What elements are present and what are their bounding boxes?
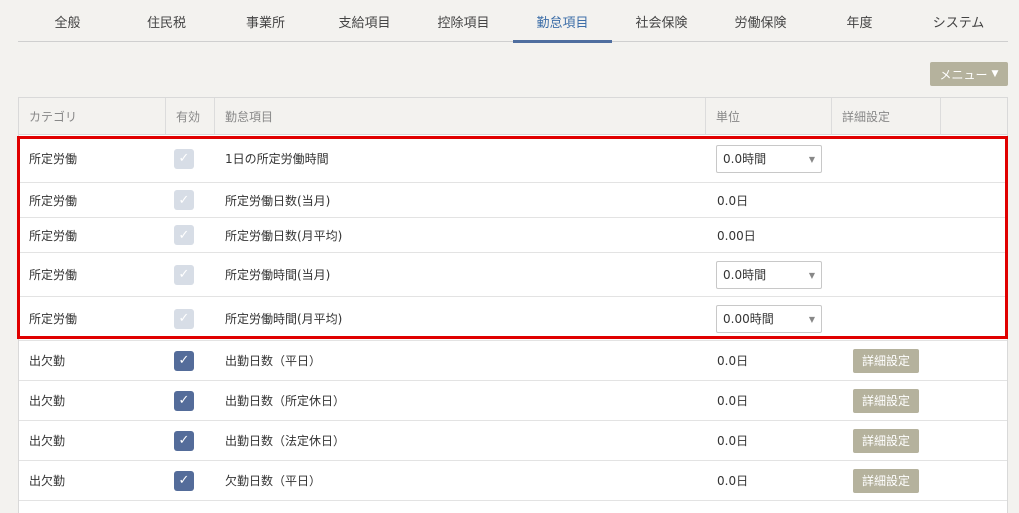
tab-8[interactable]: 年度 — [810, 0, 909, 42]
row-item-name: 所定労働時間(当月) — [225, 268, 331, 282]
tab-7[interactable]: 労働保険 — [711, 0, 810, 42]
row-detail-cell: 詳細設定 — [853, 381, 919, 420]
tab-1[interactable]: 住民税 — [117, 0, 216, 42]
row-unit-cell: 0.00時間 ▼ — [716, 297, 822, 340]
table-row: 所定労働 ✓ 所定労働時間(月平均) 0.00時間 ▼ — [19, 297, 1007, 341]
header-detail: 詳細設定 — [832, 98, 941, 134]
table-row: 所定労働 ✓ 所定労働時間(当月) 0.0時間 ▼ — [19, 253, 1007, 297]
unit-select-value: 0.0時間 — [723, 268, 767, 282]
table-row: 所定労働 ✓ 所定労働日数(当月) 0.0日 — [19, 183, 1007, 218]
enabled-checkbox: ✓ — [174, 308, 194, 329]
row-unit-cell: 0.0日 — [716, 461, 748, 500]
unit-value: 0.00日 — [717, 228, 756, 243]
unit-value: 0.0日 — [717, 394, 749, 408]
enabled-checkbox[interactable]: ✓ — [174, 470, 194, 491]
table-row: 出欠勤 ✓ 欠勤日数（平日） 0.0日 詳細設定 — [19, 461, 1007, 501]
unit-select[interactable]: 0.00時間 ▼ — [716, 304, 822, 333]
row-enabled-cell: ✓ — [174, 135, 194, 182]
row-category: 出欠勤 — [29, 474, 66, 488]
tab-5[interactable]: 勤怠項目 — [513, 0, 612, 43]
row-unit-cell: 0.0時間 ▼ — [716, 135, 822, 182]
row-category: 所定労働 — [29, 268, 78, 282]
attendance-items-table: カテゴリ 有効 勤怠項目 単位 詳細設定 所定労働 ✓ 1日の所定労働時間 0.0時間… — [18, 97, 1008, 513]
row-category: 所定労働 — [29, 228, 78, 243]
tab-0[interactable]: 全般 — [18, 0, 117, 42]
row-enabled-cell: ✓ — [174, 297, 194, 340]
row-item-name: 所定労働日数(当月) — [225, 193, 331, 208]
row-unit-cell: 0.0日 — [716, 183, 748, 217]
table-row: 出欠勤 ✓ 出勤日数（平日） 0.0日 詳細設定 — [19, 341, 1007, 381]
tab-2[interactable]: 事業所 — [216, 0, 315, 42]
row-item-name: 1日の所定労働時間 — [225, 152, 329, 166]
row-unit-cell: 0.0時間 ▼ — [716, 253, 822, 296]
unit-value: 0.0日 — [717, 193, 749, 208]
table-row: 所定労働 ✓ 1日の所定労働時間 0.0時間 ▼ — [19, 135, 1007, 183]
dropdown-arrow-icon: ▼ — [808, 270, 815, 280]
unit-select[interactable]: 0.0時間 ▼ — [716, 260, 822, 289]
tab-4[interactable]: 控除項目 — [414, 0, 513, 42]
unit-select[interactable]: 0.0時間 ▼ — [716, 144, 822, 173]
row-item-name: 所定労働日数(月平均) — [225, 228, 343, 243]
row-item-name: 欠勤日数（平日） — [225, 474, 322, 488]
row-category: 出欠勤 — [29, 394, 66, 408]
dropdown-arrow-icon: ▼ — [808, 314, 815, 324]
detail-settings-button[interactable]: 詳細設定 — [853, 428, 919, 453]
row-unit-cell: 0.0日 — [716, 381, 748, 420]
enabled-checkbox[interactable]: ✓ — [174, 430, 194, 451]
row-enabled-cell: ✓ — [174, 218, 194, 252]
enabled-checkbox[interactable]: ✓ — [174, 390, 194, 411]
row-enabled-cell: ✓ — [174, 461, 194, 500]
tab-9[interactable]: システム — [909, 0, 1008, 42]
dropdown-arrow-icon: ▼ — [808, 154, 815, 164]
enabled-checkbox: ✓ — [174, 225, 194, 245]
unit-value: 0.0日 — [717, 474, 749, 488]
unit-value: 0.0日 — [717, 354, 749, 368]
row-enabled-cell: ✓ — [174, 183, 194, 217]
unit-select-value: 0.0時間 — [723, 152, 767, 166]
row-item-name: 出勤日数（法定休日） — [225, 434, 346, 448]
row-detail-cell: 詳細設定 — [853, 341, 919, 380]
detail-settings-button[interactable]: 詳細設定 — [853, 468, 919, 493]
row-detail-cell: 詳細設定 — [853, 461, 919, 500]
enabled-checkbox: ✓ — [174, 190, 194, 210]
enabled-checkbox: ✓ — [174, 148, 194, 169]
row-category: 所定労働 — [29, 312, 78, 326]
header-empty — [941, 98, 1007, 134]
tab-3[interactable]: 支給項目 — [315, 0, 414, 42]
row-category: 所定労働 — [29, 152, 78, 166]
unit-select-value: 0.00時間 — [723, 312, 774, 326]
menu-button-label: メニュー — [939, 67, 988, 82]
detail-settings-button[interactable]: 詳細設定 — [853, 388, 919, 413]
header-unit: 単位 — [706, 98, 832, 134]
detail-settings-button[interactable]: 詳細設定 — [853, 348, 919, 373]
row-enabled-cell: ✓ — [174, 381, 194, 420]
menu-button[interactable]: メニュー ▼ — [930, 62, 1008, 86]
row-category: 所定労働 — [29, 193, 78, 208]
table-header: カテゴリ 有効 勤怠項目 単位 詳細設定 — [19, 98, 1007, 135]
row-item-name: 所定労働時間(月平均) — [225, 312, 343, 326]
header-enabled: 有効 — [166, 98, 215, 134]
row-unit-cell: 0.0日 — [716, 341, 748, 380]
header-item: 勤怠項目 — [215, 98, 706, 134]
caret-down-icon: ▼ — [991, 69, 999, 79]
row-unit-cell: 0.0日 — [716, 421, 748, 460]
settings-tab-bar: 全般 住民税 事業所 支給項目 控除項目 勤怠項目 社会保険 労働保険 年度 システム — [18, 0, 1008, 43]
row-enabled-cell: ✓ — [174, 253, 194, 296]
row-category: 出欠勤 — [29, 354, 66, 368]
row-item-name: 出勤日数（所定休日） — [225, 394, 346, 408]
table-row: 出欠勤 ✓ 出勤日数（所定休日） 0.0日 詳細設定 — [19, 381, 1007, 421]
row-enabled-cell: ✓ — [174, 341, 194, 380]
row-detail-cell: 詳細設定 — [853, 421, 919, 460]
header-category: カテゴリ — [19, 98, 166, 134]
row-enabled-cell: ✓ — [174, 421, 194, 460]
row-category: 出欠勤 — [29, 434, 66, 448]
table-row: 所定労働 ✓ 所定労働日数(月平均) 0.00日 — [19, 218, 1007, 253]
enabled-checkbox: ✓ — [174, 264, 194, 285]
enabled-checkbox[interactable]: ✓ — [174, 350, 194, 371]
unit-value: 0.0日 — [717, 434, 749, 448]
table-row: 出欠勤 ✓ 出勤日数（法定休日） 0.0日 詳細設定 — [19, 421, 1007, 461]
row-unit-cell: 0.00日 — [716, 218, 756, 252]
tab-6[interactable]: 社会保険 — [612, 0, 711, 42]
row-item-name: 出勤日数（平日） — [225, 354, 322, 368]
